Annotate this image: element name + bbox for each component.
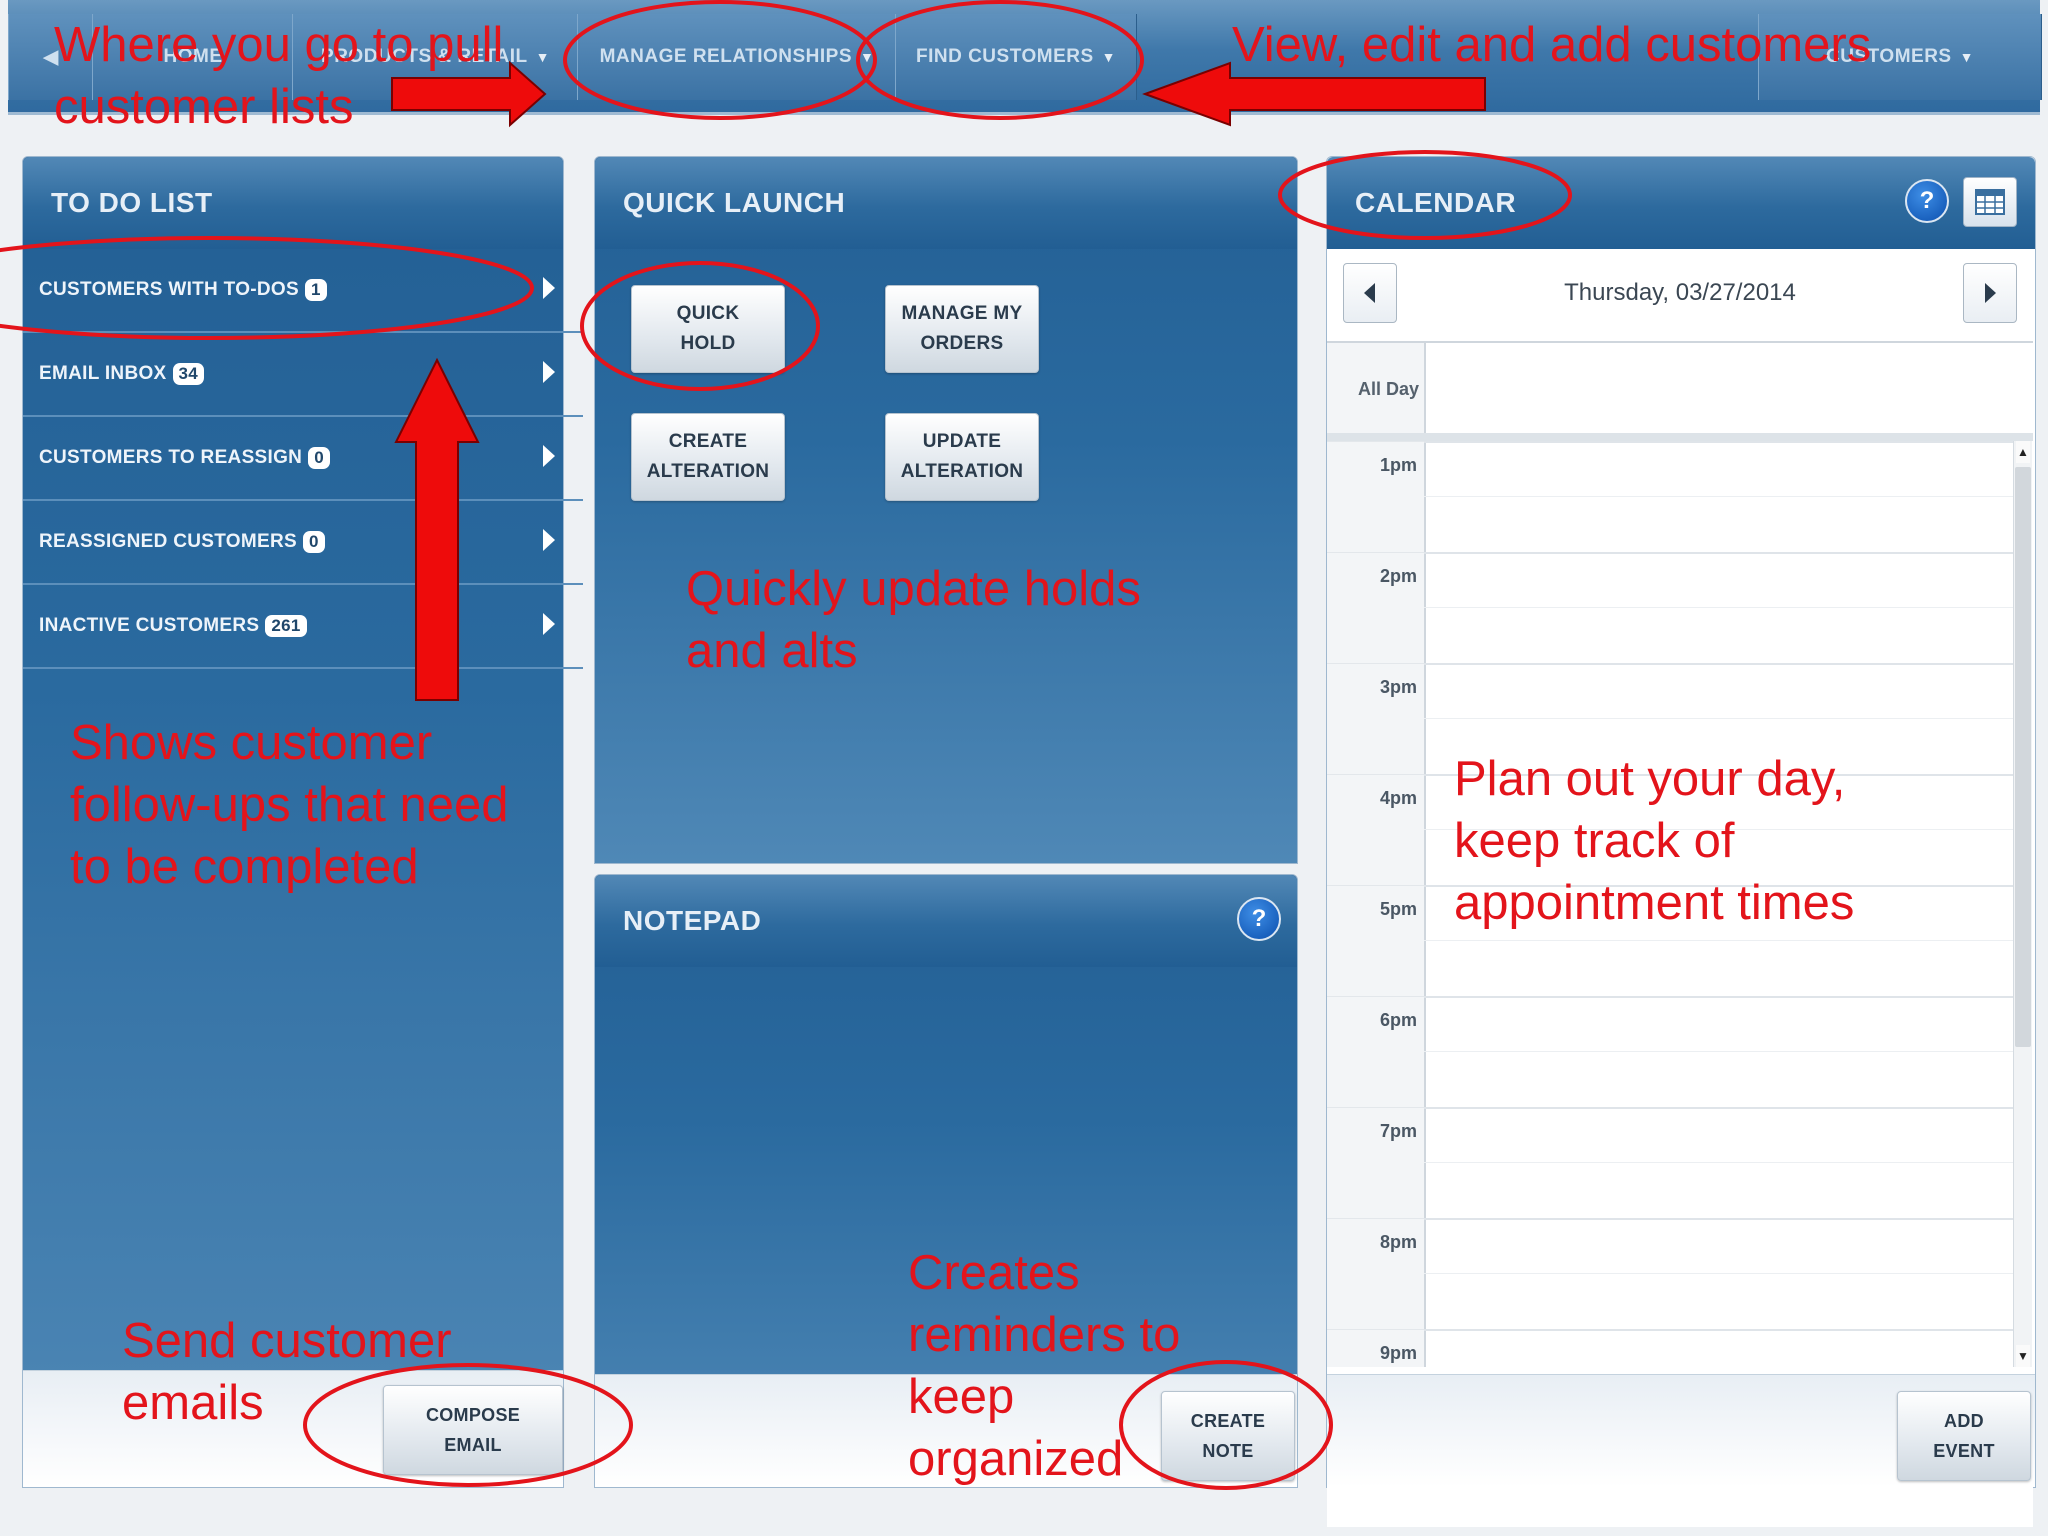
arrow-up-icon — [394, 357, 480, 701]
highlight-circle — [856, 0, 1144, 120]
annotation-send-emails: Send customer emails — [122, 1314, 452, 1430]
highlight-circle — [1278, 150, 1572, 240]
annotation-holds-alts: Quickly update holds and alts — [686, 562, 1141, 678]
annotation-plan-day: Plan out your day, keep track of appoint… — [1454, 752, 1855, 930]
annotation-view-customers: View, edit and add customers — [1232, 18, 1872, 72]
annotation-pull-lists: Where you go to pull customer lists — [54, 18, 504, 134]
highlight-circle — [563, 0, 877, 120]
highlight-circle — [580, 261, 820, 391]
annotation-reminders: Creates reminders to keep organized — [908, 1246, 1181, 1486]
highlight-circle — [0, 236, 534, 340]
annotation-followups: Shows customer follow-ups that need to b… — [70, 716, 509, 894]
